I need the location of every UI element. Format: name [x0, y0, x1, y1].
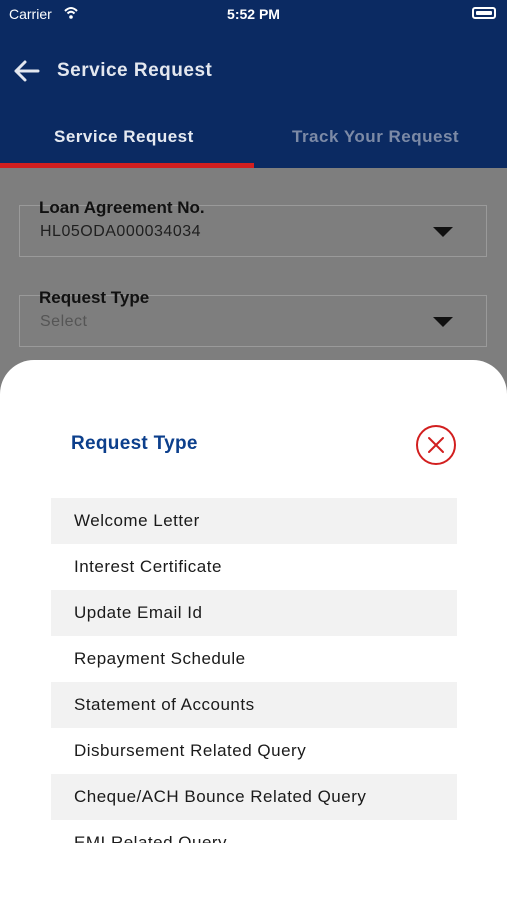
status-time: 5:52 PM	[227, 6, 280, 22]
list-item-emi-related-query[interactable]: EMI Related Query	[51, 820, 457, 843]
request-type-list[interactable]: Welcome Letter Interest Certificate Upda…	[51, 498, 457, 843]
request-type-placeholder: Select	[40, 313, 88, 330]
sheet-title: Request Type	[71, 433, 198, 454]
dropdown-caret-icon[interactable]	[433, 317, 453, 327]
close-icon	[428, 437, 444, 453]
list-item-update-email-id[interactable]: Update Email Id	[51, 590, 457, 636]
list-item-interest-certificate[interactable]: Interest Certificate	[51, 544, 457, 590]
list-item-welcome-letter[interactable]: Welcome Letter	[51, 498, 457, 544]
tab-service-request[interactable]: Service Request	[54, 127, 194, 149]
battery-icon	[472, 7, 496, 19]
tab-track-your-request[interactable]: Track Your Request	[292, 127, 459, 149]
list-item-repayment-schedule[interactable]: Repayment Schedule	[51, 636, 457, 682]
list-item-statement-of-accounts[interactable]: Statement of Accounts	[51, 682, 457, 728]
app-header: Carrier 5:52 PM Service Request Service …	[0, 0, 507, 168]
list-item-disbursement-query[interactable]: Disbursement Related Query	[51, 728, 457, 774]
loan-agreement-label: Loan Agreement No.	[39, 198, 205, 217]
dropdown-caret-icon[interactable]	[433, 227, 453, 237]
status-bar: Carrier 5:52 PM	[0, 0, 507, 28]
request-type-sheet: Request Type Welcome Letter Interest Cer…	[0, 360, 507, 900]
close-button[interactable]	[416, 425, 456, 465]
back-arrow-icon[interactable]	[12, 58, 40, 84]
list-item-cheque-ach-bounce-query[interactable]: Cheque/ACH Bounce Related Query	[51, 774, 457, 820]
request-type-label: Request Type	[39, 288, 150, 307]
page-title: Service Request	[57, 60, 213, 81]
loan-agreement-value: HL05ODA000034034	[40, 223, 202, 240]
